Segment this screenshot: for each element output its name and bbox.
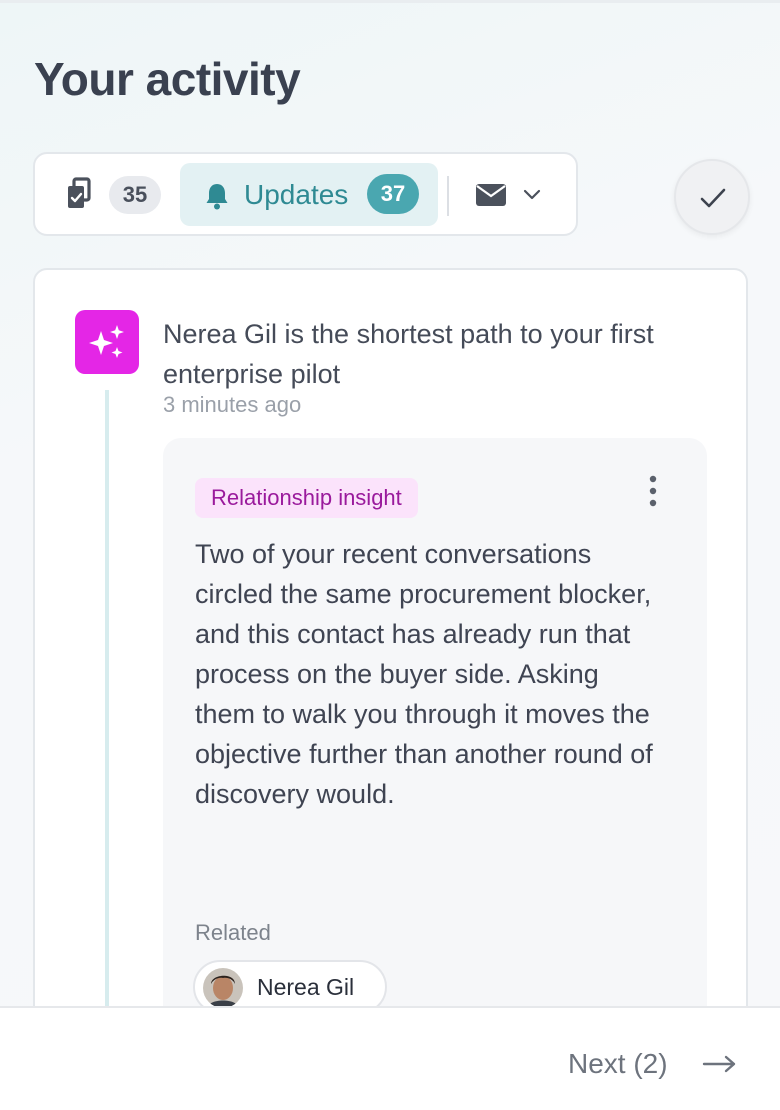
- toolbar-divider: [447, 176, 449, 216]
- timeline-line: [105, 390, 109, 1026]
- copy-icon: [68, 177, 91, 208]
- ai-insight-badge: [75, 310, 139, 374]
- insight-type-tag: Relationship insight: [195, 478, 418, 518]
- top-border: [0, 0, 780, 3]
- related-label: Related: [195, 920, 271, 945]
- mark-all-read-button[interactable]: [674, 159, 750, 235]
- tasks-filter-button[interactable]: [65, 176, 95, 212]
- insight-panel: Relationship insight Two of your recent …: [163, 438, 707, 1026]
- mail-filter-dropdown[interactable]: [467, 178, 549, 214]
- activity-item-timestamp: 3 minutes ago: [163, 392, 302, 417]
- page-title: Your activity: [34, 53, 301, 105]
- next-label: Next (2): [568, 1048, 668, 1079]
- activity-feed-card: Nerea Gil is the shortest path to your f…: [33, 268, 748, 1028]
- more-vertical-icon[interactable]: [647, 474, 659, 508]
- updates-count-badge: 37: [367, 174, 419, 214]
- activity-toolbar: 35 Updates 37: [33, 152, 578, 236]
- arrow-right-icon: [702, 1055, 736, 1073]
- chevron-down-icon: [523, 189, 541, 200]
- updates-label: Updates: [244, 179, 349, 210]
- tasks-count-badge: 35: [109, 176, 161, 214]
- avatar: [203, 968, 243, 1008]
- next-button[interactable]: Next (2): [568, 1046, 748, 1082]
- tab-updates[interactable]: Updates 37: [180, 163, 438, 226]
- footer-bar: Next (2): [0, 1006, 780, 1110]
- check-icon: [700, 188, 726, 208]
- insight-body-text: Two of your recent conversations circled…: [195, 539, 653, 809]
- sparkles-icon: [89, 325, 124, 358]
- related-contact-name: Nerea Gil: [257, 974, 355, 1000]
- mail-icon: [476, 184, 506, 206]
- activity-item-title[interactable]: Nerea Gil is the shortest path to your f…: [163, 314, 683, 394]
- bell-icon: [206, 184, 228, 210]
